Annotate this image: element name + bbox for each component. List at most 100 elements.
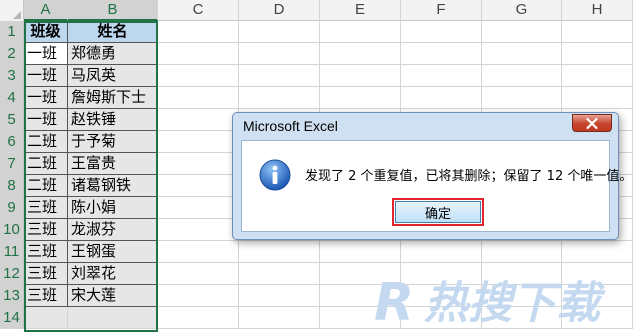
empty-cell[interactable] <box>482 87 562 109</box>
class-cell[interactable]: 一班 <box>24 109 68 131</box>
empty-cell[interactable] <box>158 65 239 87</box>
row-header[interactable]: 13 <box>0 285 24 307</box>
row-header[interactable]: 10 <box>0 219 24 241</box>
empty-cell[interactable] <box>24 307 68 329</box>
empty-cell[interactable] <box>158 197 239 219</box>
empty-cell[interactable] <box>401 87 482 109</box>
empty-cell[interactable] <box>158 43 239 65</box>
class-cell[interactable]: 三班 <box>24 263 68 285</box>
row-header[interactable]: 3 <box>0 65 24 87</box>
empty-cell[interactable] <box>401 43 482 65</box>
row-header[interactable]: 12 <box>0 263 24 285</box>
row-header[interactable]: 4 <box>0 87 24 109</box>
class-cell[interactable]: 二班 <box>24 175 68 197</box>
empty-cell[interactable] <box>482 43 562 65</box>
name-cell[interactable]: 龙淑芬 <box>68 219 158 241</box>
empty-cell[interactable] <box>158 153 239 175</box>
empty-cell[interactable] <box>158 241 239 263</box>
empty-cell[interactable] <box>401 307 482 329</box>
empty-cell[interactable] <box>562 21 633 43</box>
column-header-e[interactable]: E <box>320 0 401 21</box>
column-header-a[interactable]: A <box>24 0 68 21</box>
class-cell[interactable]: 二班 <box>24 153 68 175</box>
select-all-corner[interactable] <box>0 0 24 21</box>
class-cell-active[interactable]: 一班 <box>24 43 68 65</box>
class-cell[interactable]: 三班 <box>24 197 68 219</box>
name-cell[interactable]: 诸葛钢铁 <box>68 175 158 197</box>
empty-cell[interactable] <box>158 109 239 131</box>
empty-cell[interactable] <box>320 65 401 87</box>
empty-cell[interactable] <box>239 307 320 329</box>
empty-cell[interactable] <box>320 43 401 65</box>
empty-cell[interactable] <box>158 285 239 307</box>
name-cell[interactable]: 陈小娟 <box>68 197 158 219</box>
empty-cell[interactable] <box>158 175 239 197</box>
header-cell-name[interactable]: 姓名 <box>68 21 158 43</box>
row-header[interactable]: 14 <box>0 307 24 329</box>
header-cell-class[interactable]: 班级 <box>24 21 68 43</box>
empty-cell[interactable] <box>482 241 562 263</box>
class-cell[interactable]: 三班 <box>24 285 68 307</box>
empty-cell[interactable] <box>239 43 320 65</box>
empty-cell[interactable] <box>320 21 401 43</box>
name-cell[interactable]: 于予菊 <box>68 131 158 153</box>
column-header-g[interactable]: G <box>482 0 562 21</box>
empty-cell[interactable] <box>239 65 320 87</box>
empty-cell[interactable] <box>320 87 401 109</box>
empty-cell[interactable] <box>482 263 562 285</box>
empty-cell[interactable] <box>320 285 401 307</box>
empty-cell[interactable] <box>158 263 239 285</box>
name-cell[interactable]: 詹姆斯下士 <box>68 87 158 109</box>
empty-cell[interactable] <box>401 263 482 285</box>
class-cell[interactable]: 三班 <box>24 241 68 263</box>
column-header-d[interactable]: D <box>239 0 320 21</box>
empty-cell[interactable] <box>68 307 158 329</box>
class-cell[interactable]: 一班 <box>24 87 68 109</box>
empty-cell[interactable] <box>562 285 633 307</box>
empty-cell[interactable] <box>239 87 320 109</box>
name-cell[interactable]: 宋大莲 <box>68 285 158 307</box>
column-header-b[interactable]: B <box>68 0 158 21</box>
empty-cell[interactable] <box>158 307 239 329</box>
name-cell[interactable]: 刘翠花 <box>68 263 158 285</box>
class-cell[interactable]: 三班 <box>24 219 68 241</box>
row-header[interactable]: 9 <box>0 197 24 219</box>
empty-cell[interactable] <box>239 241 320 263</box>
empty-cell[interactable] <box>158 219 239 241</box>
dialog-title-bar[interactable]: Microsoft Excel <box>233 113 618 139</box>
class-cell[interactable]: 一班 <box>24 65 68 87</box>
empty-cell[interactable] <box>158 131 239 153</box>
empty-cell[interactable] <box>482 65 562 87</box>
row-header[interactable]: 11 <box>0 241 24 263</box>
empty-cell[interactable] <box>562 263 633 285</box>
name-cell[interactable]: 郑德勇 <box>68 43 158 65</box>
column-header-c[interactable]: C <box>158 0 239 21</box>
column-header-f[interactable]: F <box>401 0 482 21</box>
class-cell[interactable]: 二班 <box>24 131 68 153</box>
empty-cell[interactable] <box>320 307 401 329</box>
empty-cell[interactable] <box>562 87 633 109</box>
row-header[interactable]: 2 <box>0 43 24 65</box>
empty-cell[interactable] <box>320 263 401 285</box>
empty-cell[interactable] <box>320 241 401 263</box>
row-header[interactable]: 8 <box>0 175 24 197</box>
empty-cell[interactable] <box>239 21 320 43</box>
empty-cell[interactable] <box>482 21 562 43</box>
row-header[interactable]: 7 <box>0 153 24 175</box>
empty-cell[interactable] <box>401 21 482 43</box>
name-cell[interactable]: 马凤英 <box>68 65 158 87</box>
empty-cell[interactable] <box>562 65 633 87</box>
row-header[interactable]: 6 <box>0 131 24 153</box>
empty-cell[interactable] <box>401 65 482 87</box>
empty-cell[interactable] <box>562 307 633 329</box>
empty-cell[interactable] <box>158 21 239 43</box>
row-header[interactable]: 5 <box>0 109 24 131</box>
name-cell[interactable]: 王富贵 <box>68 153 158 175</box>
empty-cell[interactable] <box>482 285 562 307</box>
empty-cell[interactable] <box>239 285 320 307</box>
empty-cell[interactable] <box>239 263 320 285</box>
name-cell[interactable]: 王钢蛋 <box>68 241 158 263</box>
name-cell[interactable]: 赵铁锤 <box>68 109 158 131</box>
empty-cell[interactable] <box>562 43 633 65</box>
empty-cell[interactable] <box>482 307 562 329</box>
